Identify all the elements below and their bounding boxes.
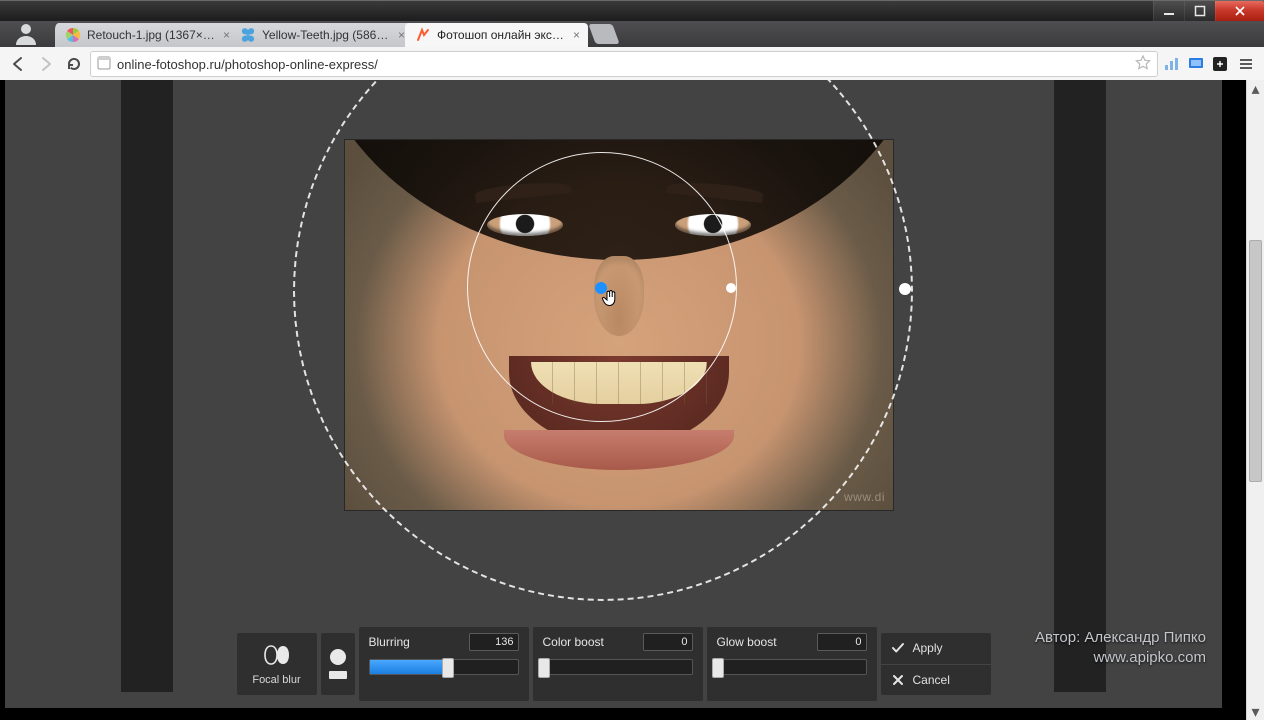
scroll-up-button[interactable]: ▴ — [1247, 80, 1264, 97]
caption-buttons — [1153, 1, 1264, 21]
blurring-value[interactable]: 136 — [469, 633, 519, 651]
glowboost-value[interactable]: 0 — [817, 633, 867, 651]
tab-strip: Retouch-1.jpg (1367×1249) × Yellow-Teeth… — [0, 21, 1264, 47]
focal-shape-bar[interactable] — [329, 671, 347, 679]
window-titlebar — [0, 0, 1264, 21]
ext-bars-icon[interactable] — [1162, 54, 1182, 74]
photo-editor-app: www.di — [5, 80, 1222, 708]
maximize-button[interactable] — [1184, 1, 1215, 21]
edited-image: www.di — [345, 140, 893, 510]
blurring-slider[interactable] — [369, 659, 519, 675]
viewport: www.di — [0, 80, 1264, 720]
slider-label: Blurring — [369, 635, 410, 649]
ext-screenshot-icon[interactable] — [1186, 54, 1206, 74]
colorboost-slider-panel: Color boost 0 — [533, 627, 703, 701]
scroll-thumb[interactable] — [1249, 240, 1262, 482]
scroll-down-button[interactable]: ▾ — [1247, 703, 1264, 720]
butterfly-icon — [240, 27, 256, 43]
tool-label: Focal blur — [252, 674, 300, 686]
apply-button[interactable]: Apply — [881, 633, 991, 664]
focal-outer-handle[interactable] — [899, 283, 911, 295]
slider-label: Glow boost — [717, 635, 777, 649]
glowboost-slider-panel: Glow boost 0 — [707, 627, 877, 701]
slider-label: Color boost — [543, 635, 604, 649]
colorboost-slider[interactable] — [543, 659, 693, 675]
picasa-icon — [65, 27, 81, 43]
chrome-menu-button[interactable] — [1234, 52, 1258, 76]
video-letterbox-bottom — [0, 708, 1246, 720]
cancel-button[interactable]: Cancel — [881, 664, 991, 696]
tab-yellowteeth[interactable]: Yellow-Teeth.jpg (586×367) × — [230, 23, 413, 47]
apply-label: Apply — [913, 641, 943, 655]
page-content: www.di — [0, 80, 1246, 720]
action-panel: Apply Cancel — [881, 633, 991, 695]
address-bar[interactable]: online-fotoshop.ru/photoshop-online-expr… — [90, 51, 1158, 77]
tab-title: Yellow-Teeth.jpg (586×367) — [262, 28, 392, 42]
tab-photoshop-express[interactable]: Фотошоп онлайн экспре × — [405, 23, 588, 47]
tab-title: Retouch-1.jpg (1367×1249) — [87, 28, 217, 42]
site-favicon — [415, 27, 431, 43]
glowboost-slider[interactable] — [717, 659, 867, 675]
author-line2: www.apipko.com — [1035, 648, 1206, 668]
editor-canvas[interactable]: www.di — [5, 80, 1222, 628]
ext-adblock-icon[interactable] — [1210, 54, 1230, 74]
focal-shape-picker — [321, 633, 355, 695]
profile-avatar-icon[interactable] — [14, 21, 38, 45]
blurring-slider-panel: Blurring 136 — [359, 627, 529, 701]
vertical-scrollbar[interactable]: ▴ ▾ — [1246, 80, 1264, 720]
minimize-button[interactable] — [1153, 1, 1184, 21]
new-tab-button[interactable] — [588, 24, 619, 44]
browser-toolbar: online-fotoshop.ru/photoshop-online-expr… — [0, 47, 1264, 82]
reload-button[interactable] — [62, 52, 86, 76]
colorboost-value[interactable]: 0 — [643, 633, 693, 651]
back-button[interactable] — [6, 52, 30, 76]
author-line1: Автор: Александр Пипко — [1035, 628, 1206, 648]
focal-shape-circle[interactable] — [330, 649, 346, 665]
globe-icon — [97, 56, 111, 73]
tab-close-icon[interactable]: × — [573, 28, 580, 42]
image-watermark: www.di — [844, 490, 885, 504]
tab-retouch[interactable]: Retouch-1.jpg (1367×1249) × — [55, 23, 238, 47]
cancel-label: Cancel — [913, 673, 950, 687]
author-watermark: Автор: Александр Пипко www.apipko.com — [1035, 628, 1206, 669]
forward-button[interactable] — [34, 52, 58, 76]
focal-blur-tool-button[interactable]: Focal blur — [237, 633, 317, 695]
tab-close-icon[interactable]: × — [398, 28, 405, 42]
tab-close-icon[interactable]: × — [223, 28, 230, 42]
close-button[interactable] — [1215, 1, 1264, 21]
tab-title: Фотошоп онлайн экспре — [437, 28, 567, 42]
bookmark-star-icon[interactable] — [1135, 55, 1151, 74]
url-text: online-fotoshop.ru/photoshop-online-expr… — [117, 57, 378, 72]
